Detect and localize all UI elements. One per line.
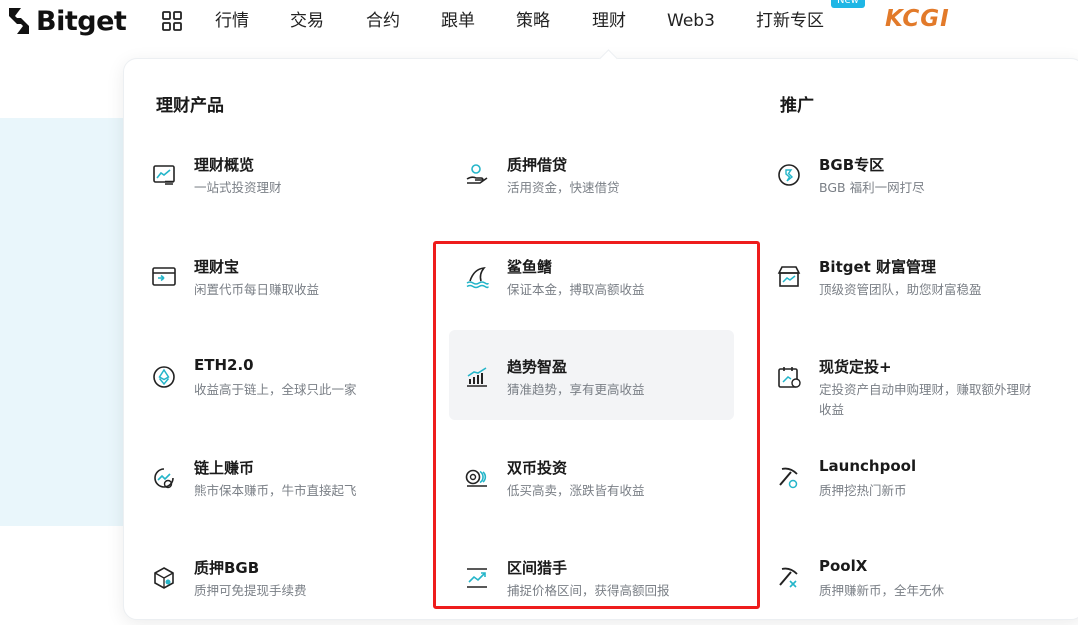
menu-item-title: 区间猎手 <box>507 559 568 577</box>
menu-item-desc: 闲置代币每日赚取收益 <box>194 282 320 297</box>
nav-copy-trading[interactable]: 跟单 <box>441 9 475 33</box>
menu-item-desc: 定投资产自动申购理财，赚取额外理财收益 <box>819 382 1032 417</box>
menu-item-spot-auto-invest[interactable]: 现货定投+ 定投资产自动申购理财，赚取额外理财收益 <box>776 358 1056 424</box>
nav-trade[interactable]: 交易 <box>290 9 324 33</box>
menu-item-title: 质押借贷 <box>507 156 568 174</box>
menu-item-desc: 质押挖热门新币 <box>819 483 907 498</box>
shark-fin-icon <box>464 264 490 290</box>
wealth-store-icon <box>776 264 802 290</box>
menu-item-title: 现货定投+ <box>819 358 892 376</box>
menu-item-trend-earn[interactable]: 趋势智盈 猜准趋势，享有更高收益 <box>464 358 744 424</box>
menu-item-title: BGB专区 <box>819 156 885 174</box>
menu-item-desc: 顶级资管团队，助您财富稳盈 <box>819 282 982 297</box>
nav-market[interactable]: 行情 <box>215 9 249 33</box>
kcgi-logo[interactable]: KCGI <box>885 6 950 32</box>
new-badge: New <box>831 0 865 8</box>
menu-item-title: ETH2.0 <box>194 356 254 374</box>
menu-item-wealth-management[interactable]: Bitget 财富管理 顶级资管团队，助您财富稳盈 <box>776 258 1056 324</box>
ethereum-icon <box>151 364 177 390</box>
menu-item-launchpool[interactable]: Launchpool 质押挖热门新币 <box>776 457 1056 525</box>
menu-item-desc: 保证本金，搏取高额收益 <box>507 282 645 297</box>
menu-item-onchain-earn[interactable]: 链上赚币 熊市保本赚币，牛市直接起飞 <box>151 459 431 525</box>
menu-item-desc: 质押可免提现手续费 <box>194 583 307 598</box>
bgb-coin-icon <box>776 162 802 188</box>
menu-item-title: Launchpool <box>819 457 917 475</box>
menu-item-title: 理财概览 <box>194 156 255 174</box>
menu-item-range-hunter[interactable]: 区间猎手 捕捉价格区间，获得高额回报 <box>464 559 744 625</box>
nav-futures[interactable]: 合约 <box>366 9 400 33</box>
nav-web3[interactable]: Web3 <box>667 9 715 33</box>
menu-item-desc: 捕捉价格区间，获得高额回报 <box>507 583 670 598</box>
menu-item-dual-investment[interactable]: 双币投资 低买高卖，涨跌皆有收益 <box>464 459 744 525</box>
menu-item-bgb-zone[interactable]: BGB专区 BGB 福利一网打尽 <box>776 156 1056 222</box>
dual-coin-icon <box>464 465 490 491</box>
menu-item-title: 双币投资 <box>507 459 568 477</box>
section-title-promotion: 推广 <box>780 96 814 116</box>
nav-strategy[interactable]: 策略 <box>516 9 550 33</box>
section-title-products: 理财产品 <box>156 96 224 116</box>
menu-item-earn-overview[interactable]: 理财概览 一站式投资理财 <box>151 156 431 222</box>
menu-item-desc: 收益高于链上，全球只此一家 <box>194 382 357 397</box>
nav-earn[interactable]: 理财 <box>592 9 626 33</box>
nav-launch-zone[interactable]: 打新专区 <box>756 9 824 33</box>
menu-item-desc: 质押赚新币，全年无休 <box>819 583 945 598</box>
chart-board-icon <box>151 162 177 188</box>
menu-item-title: Bitget 财富管理 <box>819 258 937 276</box>
bitget-logo-icon <box>9 8 29 34</box>
menu-item-desc: 活用资金，快速借贷 <box>507 180 620 195</box>
stake-cube-icon <box>151 565 177 591</box>
menu-item-eth2[interactable]: ETH2.0 收益高于链上，全球只此一家 <box>151 356 431 424</box>
pickaxe-icon <box>776 465 802 491</box>
apps-grid-icon[interactable] <box>160 9 184 33</box>
onchain-earn-icon <box>151 465 177 491</box>
menu-item-crypto-loan[interactable]: 质押借贷 活用资金，快速借贷 <box>464 156 744 222</box>
poolx-pickaxe-icon <box>776 565 802 591</box>
coin-hand-icon <box>464 162 490 188</box>
bitget-logo[interactable]: Bitget <box>6 4 127 38</box>
range-chart-icon <box>464 565 490 591</box>
menu-item-title: 趋势智盈 <box>507 358 568 376</box>
menu-item-desc: 猜准趋势，享有更高收益 <box>507 382 645 397</box>
menu-item-desc: 熊市保本赚币，牛市直接起飞 <box>194 483 357 498</box>
menu-item-poolx[interactable]: PoolX 质押赚新币，全年无休 <box>776 557 1056 625</box>
menu-item-title: PoolX <box>819 557 868 575</box>
menu-item-desc: 一站式投资理财 <box>194 180 282 195</box>
top-nav-bar: Bitget 行情 交易 合约 跟单 策略 理财 Web3 打新专区 New K… <box>0 0 1078 44</box>
menu-item-title: 鲨鱼鳍 <box>507 258 553 276</box>
wallet-box-icon <box>151 264 177 290</box>
page-background-banner <box>0 118 124 526</box>
brand-name: Bitget <box>36 5 127 37</box>
menu-item-title: 理财宝 <box>194 258 240 276</box>
menu-item-savings[interactable]: 理财宝 闲置代币每日赚取收益 <box>151 258 431 324</box>
menu-item-desc: 低买高卖，涨跌皆有收益 <box>507 483 645 498</box>
calendar-invest-icon <box>776 364 802 390</box>
menu-item-stake-bgb[interactable]: 质押BGB 质押可免提现手续费 <box>151 559 431 625</box>
trend-bars-icon <box>464 364 490 390</box>
menu-item-desc: BGB 福利一网打尽 <box>819 180 925 195</box>
menu-item-title: 链上赚币 <box>194 459 255 477</box>
menu-item-title: 质押BGB <box>194 559 260 577</box>
menu-item-shark-fin[interactable]: 鲨鱼鳍 保证本金，搏取高额收益 <box>464 258 744 324</box>
